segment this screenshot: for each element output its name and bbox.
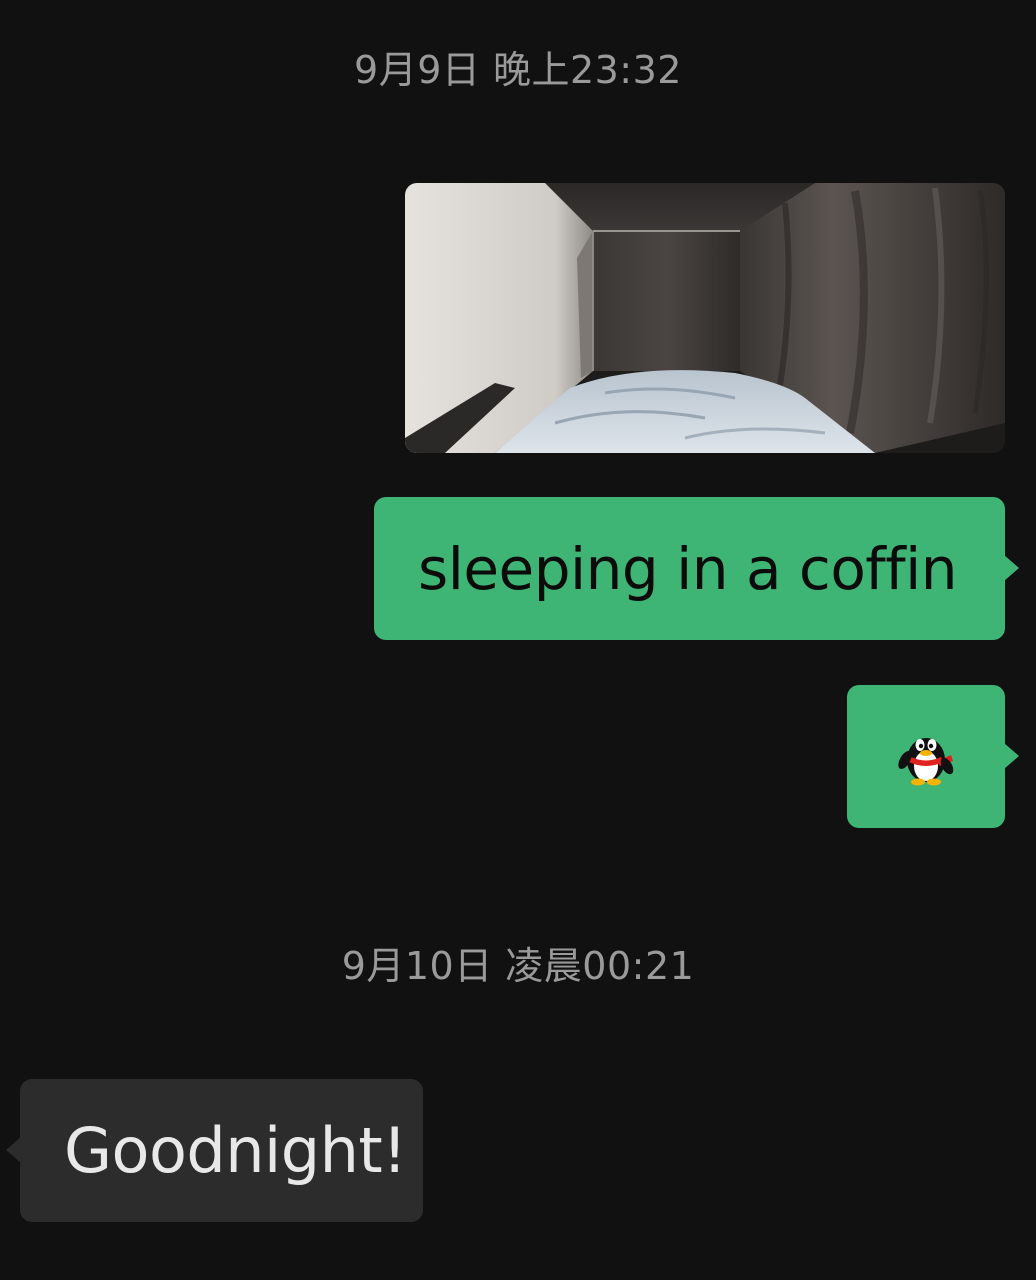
message-text: sleeping in a coffin: [418, 534, 958, 603]
outgoing-sticker-bubble[interactable]: [847, 685, 1019, 828]
chat-view: 9月9日 晚上23:32 sleeping in a coffin 9月10日 …: [0, 0, 1036, 1280]
photo-thumbnail: [405, 183, 1005, 453]
outgoing-message-bubble[interactable]: sleeping in a coffin: [374, 497, 1019, 640]
photo-message[interactable]: [405, 183, 1005, 453]
message-text: Goodnight!: [64, 1114, 407, 1187]
penguin-icon: [898, 737, 954, 785]
timestamp-divider: 9月9日 晚上23:32: [354, 48, 682, 92]
timestamp-divider: 9月10日 凌晨00:21: [341, 944, 695, 988]
incoming-message-bubble[interactable]: Goodnight!: [6, 1079, 423, 1222]
